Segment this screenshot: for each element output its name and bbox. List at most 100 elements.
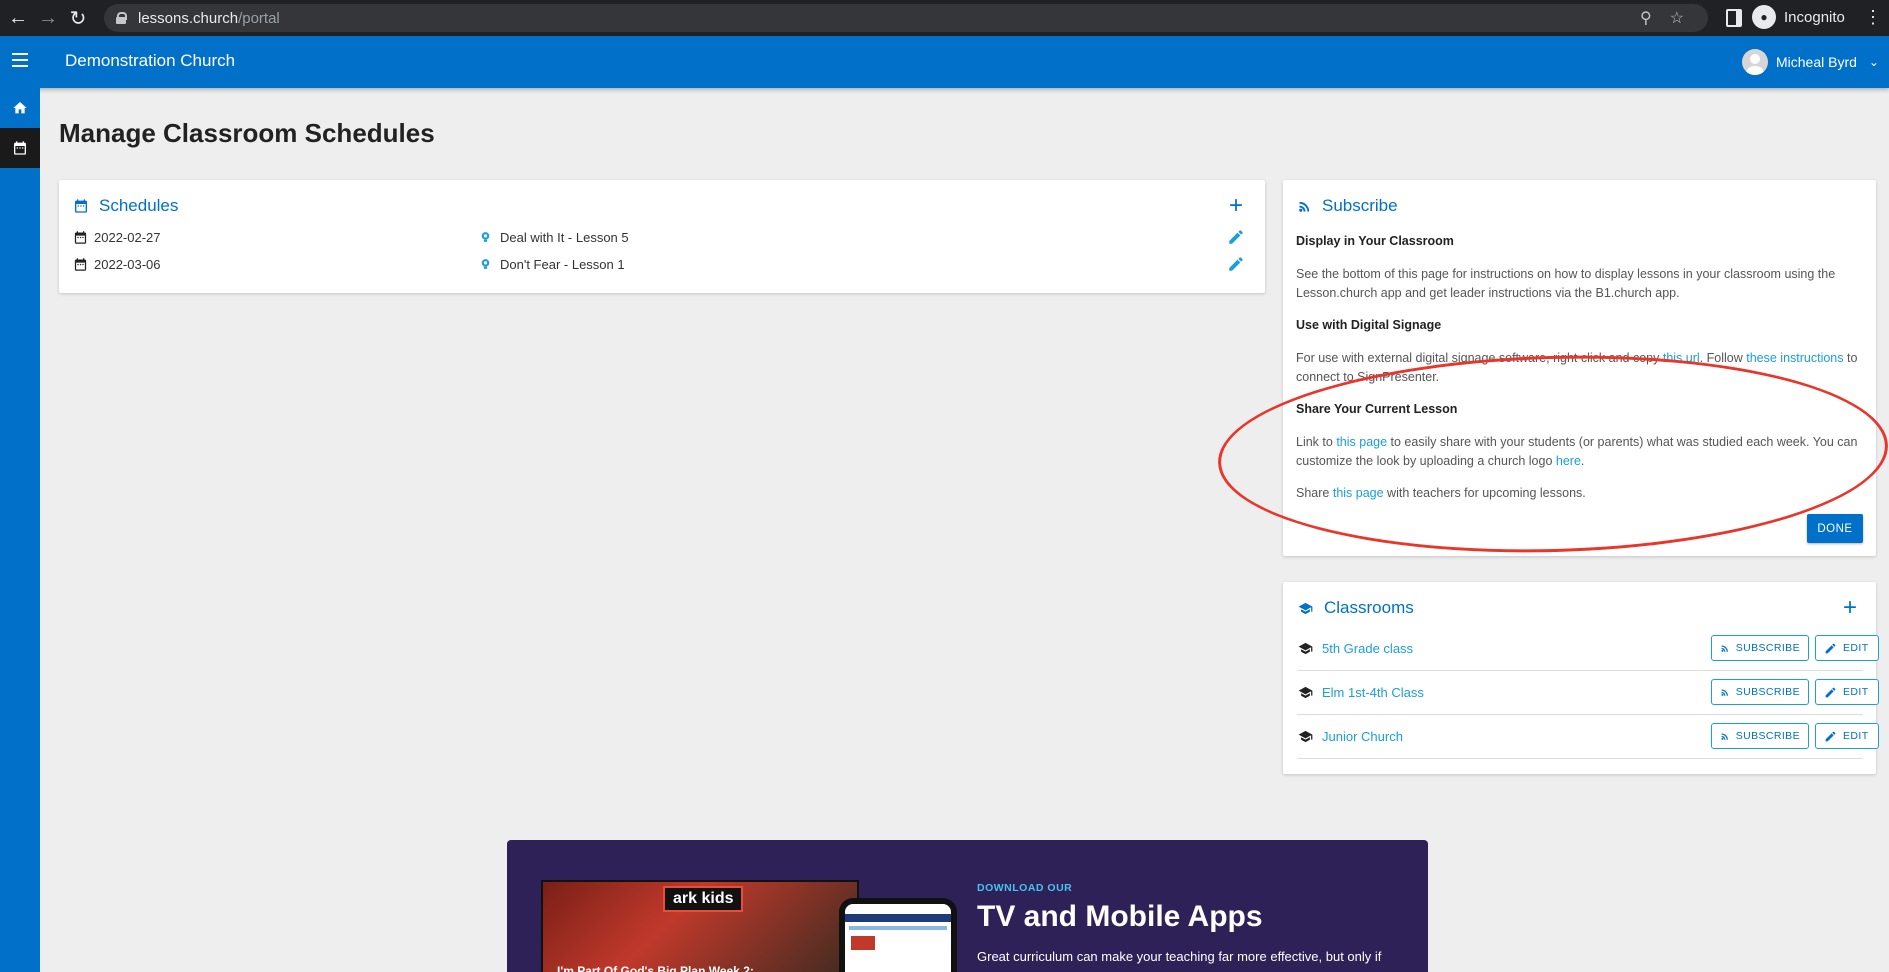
subscribe-button[interactable]: SUBSCRIBE [1711, 635, 1809, 661]
signage-url-link[interactable]: this url [1663, 351, 1700, 365]
classroom-name[interactable]: 5th Grade class [1297, 641, 1413, 656]
add-classroom-button[interactable]: + [1843, 596, 1857, 620]
signage-instructions-link[interactable]: these instructions [1746, 351, 1843, 365]
rss-icon [1721, 644, 1728, 652]
incognito-label: Incognito [1784, 8, 1845, 26]
share-text: Link to this page to easily share with y… [1296, 435, 1858, 468]
display-text: See the bottom of this page for instruct… [1296, 267, 1836, 300]
edit-pencil-icon [1825, 731, 1836, 741]
graduation-cap-icon [1298, 602, 1313, 614]
calendar-icon [74, 258, 87, 271]
schedules-title: Schedules [99, 196, 179, 215]
classroom-name[interactable]: Elm 1st-4th Class [1297, 685, 1424, 700]
schedule-date: 2022-02-27 [73, 230, 161, 245]
chevron-down-icon: ⌄ [1868, 55, 1879, 69]
schedule-lesson-text: Deal with It - Lesson 5 [500, 230, 629, 245]
teachers-page-link[interactable]: this page [1333, 486, 1384, 500]
calendar-icon [74, 231, 87, 244]
add-schedule-button[interactable]: + [1229, 194, 1243, 218]
home-icon [13, 102, 27, 114]
phone-screen [845, 904, 951, 972]
schedule-date-text: 2022-03-06 [94, 257, 161, 272]
back-arrow-icon[interactable]: ← [6, 6, 30, 30]
sidebar [0, 88, 40, 972]
url-host: lessons.church [138, 9, 239, 27]
subscribe-body: Display in Your Classroom See the bottom… [1296, 232, 1864, 516]
graduation-cap-icon [1298, 642, 1313, 655]
rss-icon [1721, 732, 1728, 740]
classroom-name[interactable]: Junior Church [1297, 729, 1403, 744]
zoom-icon[interactable]: ⚲ [1640, 8, 1652, 28]
share-teachers-text: Share this page with teachers for upcomi… [1296, 486, 1586, 500]
incognito-icon: ● [1752, 5, 1776, 29]
logo-upload-link[interactable]: here [1556, 454, 1581, 468]
forward-arrow-icon[interactable]: → [36, 6, 60, 30]
calendar-icon [75, 199, 87, 213]
classroom-name-text: Elm 1st-4th Class [1322, 685, 1424, 700]
classrooms-title: Classrooms [1324, 598, 1414, 617]
incognito-indicator[interactable]: ● Incognito [1752, 5, 1845, 29]
sidebar-item-home[interactable] [0, 88, 40, 128]
schedule-lesson-text: Don't Fear - Lesson 1 [500, 257, 625, 272]
promo-kicker: DOWNLOAD OUR [977, 882, 1073, 894]
subscribe-button[interactable]: SUBSCRIBE [1711, 679, 1809, 705]
graduation-cap-icon [1298, 730, 1313, 743]
share-page-link[interactable]: this page [1336, 435, 1387, 449]
schedule-lesson: Don't Fear - Lesson 1 [479, 257, 625, 272]
lightbulb-icon [481, 232, 490, 242]
table-row: 2022-02-27 Deal with It - Lesson 5 [73, 230, 1253, 252]
browser-menu-icon[interactable]: ⋮ [1864, 7, 1882, 27]
user-name: Micheal Byrd [1776, 54, 1857, 70]
list-item: 5th Grade class SUBSCRIBE EDIT [1297, 627, 1879, 671]
url-path: /portal [238, 9, 280, 27]
edit-button[interactable]: EDIT [1815, 679, 1879, 705]
edit-pencil-icon[interactable] [1227, 255, 1245, 273]
app-header: Demonstration Church Micheal Byrd ⌄ [0, 36, 1889, 88]
reload-icon[interactable]: ↻ [66, 6, 90, 30]
lightbulb-icon [481, 259, 490, 269]
subscribe-button-label: SUBSCRIBE [1735, 686, 1800, 698]
phone-mockup [839, 898, 957, 972]
subscribe-card: Subscribe Display in Your Classroom See … [1283, 180, 1876, 556]
side-panel-icon[interactable] [1726, 9, 1742, 27]
display-heading: Display in Your Classroom [1296, 234, 1454, 248]
schedule-date-text: 2022-02-27 [94, 230, 161, 245]
lock-icon [116, 12, 127, 24]
graduation-cap-icon [1298, 686, 1313, 699]
user-menu[interactable]: Micheal Byrd ⌄ [1742, 49, 1879, 75]
edit-button[interactable]: EDIT [1815, 723, 1879, 749]
promo-video-thumbnail[interactable]: ark kids I'm Part Of God's Big Plan Week… [541, 880, 859, 972]
sidebar-item-schedules[interactable] [0, 128, 40, 168]
edit-pencil-icon [1825, 643, 1836, 653]
classroom-name-text: 5th Grade class [1322, 641, 1414, 656]
subscribe-title: Subscribe [1322, 196, 1398, 215]
share-heading: Share Your Current Lesson [1296, 402, 1458, 416]
classrooms-card: Classrooms + 5th Grade class SUBSCRIBE E… [1283, 582, 1879, 774]
subscribe-button[interactable]: SUBSCRIBE [1711, 723, 1809, 749]
table-row: 2022-03-06 Don't Fear - Lesson 1 [73, 257, 1253, 279]
edit-button-label: EDIT [1843, 730, 1869, 742]
edit-button[interactable]: EDIT [1815, 635, 1879, 661]
apps-promo-banner: ark kids I'm Part Of God's Big Plan Week… [507, 840, 1428, 972]
ark-kids-logo: ark kids [663, 886, 744, 912]
subscribe-button-label: SUBSCRIBE [1735, 730, 1800, 742]
done-button[interactable]: DONE [1807, 514, 1863, 543]
page-title: Manage Classroom Schedules [59, 118, 435, 148]
schedules-header: Schedules [73, 196, 178, 216]
edit-pencil-icon[interactable] [1227, 228, 1245, 246]
bookmark-star-icon[interactable]: ☆ [1670, 8, 1684, 28]
subscribe-button-label: SUBSCRIBE [1735, 642, 1800, 654]
calendar-icon [14, 141, 26, 155]
edit-button-label: EDIT [1843, 686, 1869, 698]
signage-heading: Use with Digital Signage [1296, 318, 1442, 332]
schedules-card: Schedules + 2022-02-27 Deal with It - Le… [59, 180, 1265, 293]
list-item: Junior Church SUBSCRIBE EDIT [1297, 715, 1879, 759]
hamburger-menu-icon[interactable] [12, 53, 28, 67]
schedule-lesson: Deal with It - Lesson 5 [479, 230, 629, 245]
rss-icon [1721, 688, 1728, 696]
edit-pencil-icon [1825, 687, 1836, 697]
address-bar[interactable]: lessons.church/portal ⚲ ☆ [104, 4, 1708, 32]
classrooms-header: Classrooms [1297, 598, 1414, 618]
edit-button-label: EDIT [1843, 642, 1869, 654]
schedule-date: 2022-03-06 [73, 257, 161, 272]
